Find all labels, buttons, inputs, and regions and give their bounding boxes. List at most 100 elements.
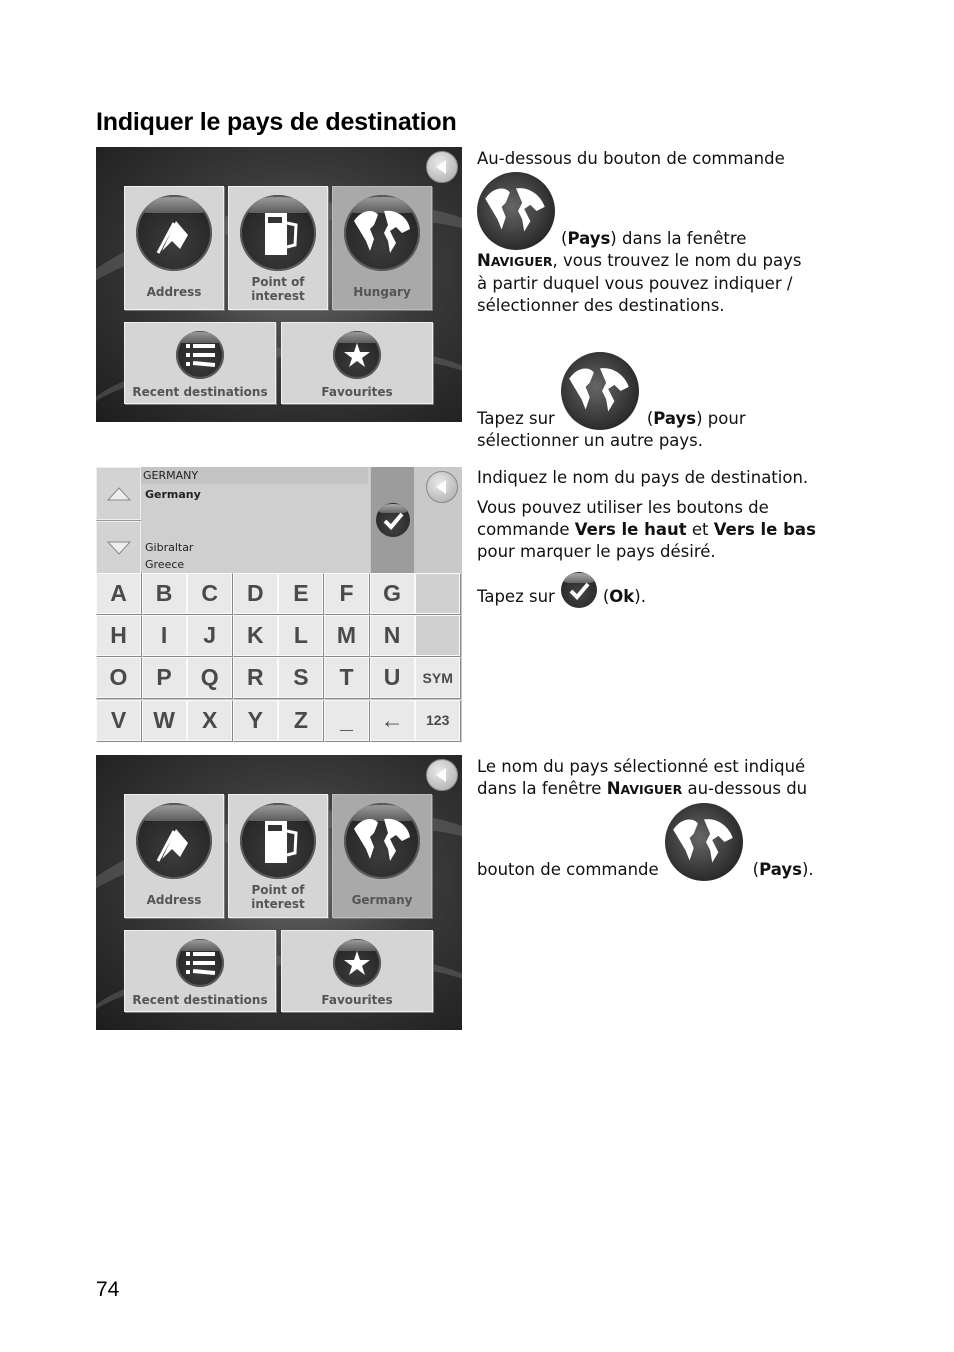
paragraph-tap-ok: Tapez sur (Ok). xyxy=(477,568,857,608)
address-tile[interactable]: Address xyxy=(124,186,224,310)
paragraph-tap-pays: Tapez sur (Pays) pour sélectionner un au… xyxy=(477,350,857,452)
ok-term: Ok xyxy=(609,587,635,606)
key-r[interactable]: R xyxy=(232,657,278,699)
recent-destinations-tile[interactable]: Recent destinations xyxy=(124,930,276,1012)
globe-icon xyxy=(477,172,555,250)
back-arrow-icon xyxy=(436,160,446,174)
naviguer-term: NAVIGUER xyxy=(607,779,683,798)
list-item[interactable]: Gibraltar xyxy=(145,541,193,554)
key-u[interactable]: U xyxy=(369,657,415,699)
key-v[interactable]: V xyxy=(96,699,141,741)
text-line: Au-dessous du bouton de commande xyxy=(477,149,785,168)
country-label: Hungary xyxy=(353,285,411,299)
key-sym[interactable]: SYM xyxy=(415,657,461,699)
pays-term: Pays xyxy=(567,229,611,248)
key-l[interactable]: L xyxy=(278,615,324,657)
key-blank[interactable] xyxy=(415,615,461,657)
key-t[interactable]: T xyxy=(324,657,369,699)
back-button[interactable] xyxy=(426,471,458,503)
key-x[interactable]: X xyxy=(187,699,233,741)
key-d[interactable]: D xyxy=(232,573,278,614)
country-list[interactable]: GERMANY Germany Gibraltar Greece xyxy=(141,467,370,573)
text: N xyxy=(606,779,621,798)
key-backspace[interactable]: ← xyxy=(369,699,415,741)
key-a[interactable]: A xyxy=(96,573,141,614)
poi-label-line2: interest xyxy=(251,897,305,911)
key-y[interactable]: Y xyxy=(232,699,278,741)
text: au-dessous du xyxy=(682,779,808,798)
scroll-down-button[interactable] xyxy=(96,521,141,574)
point-of-interest-label: Point of interest xyxy=(251,275,304,303)
scroll-up-button[interactable] xyxy=(96,467,141,520)
point-of-interest-tile[interactable]: Point of interest xyxy=(228,794,328,918)
key-s[interactable]: S xyxy=(278,657,324,699)
back-button[interactable] xyxy=(426,151,458,183)
key-h[interactable]: H xyxy=(96,615,141,657)
list-icon xyxy=(176,331,224,379)
key-o[interactable]: O xyxy=(96,657,141,699)
key-c[interactable]: C xyxy=(187,573,233,614)
list-item-selected[interactable]: Germany xyxy=(145,488,201,501)
recent-destinations-tile[interactable]: Recent destinations xyxy=(124,322,276,404)
key-k[interactable]: K xyxy=(232,615,278,657)
checkmark-icon[interactable] xyxy=(560,572,597,608)
key-j[interactable]: J xyxy=(187,615,233,657)
text: ) pour xyxy=(696,409,746,428)
paragraph-selected-country: Le nom du pays sélectionné est indiqué d… xyxy=(477,756,857,881)
star-icon xyxy=(333,939,381,987)
favourites-tile[interactable]: Favourites xyxy=(281,930,433,1012)
text: commande xyxy=(477,520,575,539)
key-p[interactable]: P xyxy=(141,657,187,699)
down-arrow-icon xyxy=(106,541,131,555)
ok-button[interactable] xyxy=(371,467,414,573)
address-tile[interactable]: Address xyxy=(124,794,224,918)
key-m[interactable]: M xyxy=(324,615,369,657)
key-w[interactable]: W xyxy=(141,699,187,741)
text: AVIGUER xyxy=(620,782,683,797)
point-of-interest-tile[interactable]: Point of interest xyxy=(228,186,328,310)
key-f[interactable]: F xyxy=(324,573,369,614)
key-g[interactable]: G xyxy=(369,573,415,614)
country-tile[interactable]: Hungary xyxy=(332,186,432,310)
text-line: Indiquez le nom du pays de destination. xyxy=(477,468,809,487)
key-i[interactable]: I xyxy=(141,615,187,657)
key-b[interactable]: B xyxy=(141,573,187,614)
text: ) dans la fenêtre xyxy=(610,229,747,248)
navigate-screen-hungary: Address Point of interest Hungary Recent… xyxy=(96,147,462,422)
recent-destinations-label: Recent destinations xyxy=(132,385,268,399)
down-term: Vers le bas xyxy=(713,520,816,539)
page-number: 74 xyxy=(96,1278,120,1301)
back-arrow-icon xyxy=(436,768,446,782)
list-icon xyxy=(176,939,224,987)
list-item[interactable]: Greece xyxy=(145,558,184,571)
key-space[interactable]: _ xyxy=(324,699,369,741)
recent-destinations-label: Recent destinations xyxy=(132,993,268,1007)
search-input-value[interactable]: GERMANY xyxy=(143,469,198,482)
key-z[interactable]: Z xyxy=(278,699,324,741)
pays-term: Pays xyxy=(759,860,802,879)
text: N xyxy=(477,251,491,270)
text: ). xyxy=(801,860,814,879)
text-line: à partir duquel vous pouvez indiquer / xyxy=(477,274,793,293)
text: AVIGUER xyxy=(490,254,553,269)
key-e[interactable]: E xyxy=(278,573,324,614)
country-selection-screen: GERMANY Germany Gibraltar Greece ABCDEFG… xyxy=(96,467,462,742)
poi-label-line1: Point of xyxy=(251,275,305,289)
globe-icon xyxy=(344,803,420,879)
key-q[interactable]: Q xyxy=(187,657,233,699)
key-blank[interactable] xyxy=(415,573,461,614)
checkmark-icon xyxy=(375,503,410,537)
globe-icon[interactable] xyxy=(560,352,639,430)
back-button[interactable] xyxy=(426,759,458,791)
country-tile[interactable]: Germany xyxy=(332,794,432,918)
flag-icon xyxy=(136,195,212,271)
key-123[interactable]: 123 xyxy=(415,699,461,741)
text: Tapez sur xyxy=(477,587,555,606)
country-label: Germany xyxy=(351,893,413,907)
address-label: Address xyxy=(146,285,202,299)
page-title: Indiquer le pays de destination xyxy=(96,108,457,136)
address-label: Address xyxy=(146,893,202,907)
paragraph-enter-country: Indiquez le nom du pays de destination. xyxy=(477,467,857,489)
key-n[interactable]: N xyxy=(369,615,415,657)
favourites-tile[interactable]: Favourites xyxy=(281,322,433,404)
